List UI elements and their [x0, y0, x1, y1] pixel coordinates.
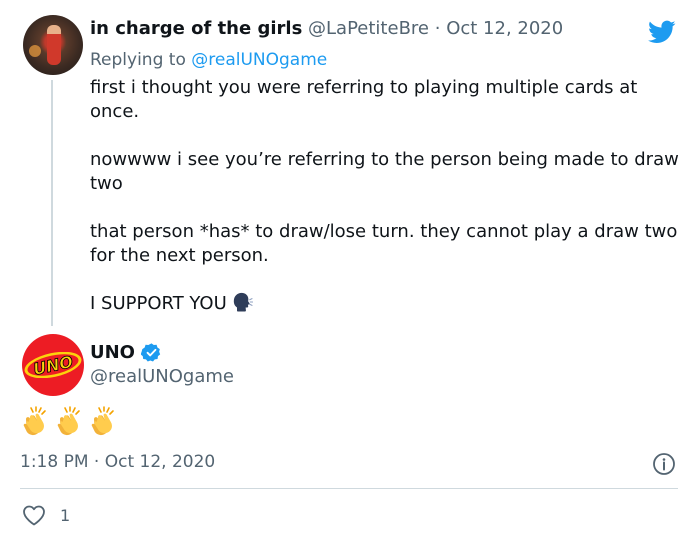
- divider: [20, 488, 678, 489]
- clapping-hands-icon: [23, 406, 46, 436]
- speaking-head-icon: [233, 292, 253, 312]
- separator: ·: [434, 18, 441, 39]
- tweet-paragraph-last: I SUPPORT YOU: [90, 292, 685, 316]
- user-handle[interactable]: @LaPetiteBre: [308, 18, 429, 39]
- tweet-paragraph: first i thought you were referring to pl…: [90, 77, 638, 122]
- separator: ·: [93, 452, 100, 472]
- tweet-paragraph: that person *has* to draw/lose turn. the…: [90, 221, 678, 266]
- verified-badge-icon[interactable]: [140, 342, 162, 363]
- heart-icon: [23, 505, 45, 526]
- tweet-date: Oct 12, 2020: [104, 452, 216, 472]
- tweet-header: UNO: [90, 342, 162, 363]
- avatar[interactable]: [23, 15, 83, 75]
- tweet-date[interactable]: Oct 12, 2020: [446, 18, 563, 39]
- tweet-time: 1:18 PM: [20, 452, 89, 472]
- display-name[interactable]: in charge of the girls: [90, 18, 302, 39]
- info-icon[interactable]: [652, 452, 676, 476]
- like-button[interactable]: 1: [22, 504, 70, 526]
- clapping-hands-icon: [57, 406, 80, 436]
- clapping-hands-icon: [91, 406, 114, 436]
- tweet-timestamp[interactable]: 1:18 PM · Oct 12, 2020: [20, 452, 215, 472]
- display-name[interactable]: UNO: [90, 342, 135, 363]
- twitter-bird-icon[interactable]: [645, 18, 679, 46]
- tweet-header: in charge of the girls @LaPetiteBre · Oc…: [90, 18, 563, 39]
- uno-logo-icon: UNO: [24, 352, 82, 378]
- tweet-text: first i thought you were referring to pl…: [90, 76, 685, 316]
- uno-avatar[interactable]: UNO: [22, 334, 84, 396]
- tweet-paragraph: nowwww i see you’re referring to the per…: [90, 149, 679, 194]
- svg-text:UNO: UNO: [32, 352, 75, 378]
- user-handle[interactable]: @realUNOgame: [90, 366, 234, 387]
- replying-prefix: Replying to: [90, 50, 186, 70]
- tweet-paragraph: I SUPPORT YOU: [90, 293, 227, 314]
- thread-connector-line: [51, 80, 53, 326]
- replying-to: Replying to @realUNOgame: [90, 50, 327, 70]
- tweet-text: [20, 405, 120, 437]
- mention-link[interactable]: @realUNOgame: [191, 50, 327, 70]
- like-count: 1: [60, 505, 71, 525]
